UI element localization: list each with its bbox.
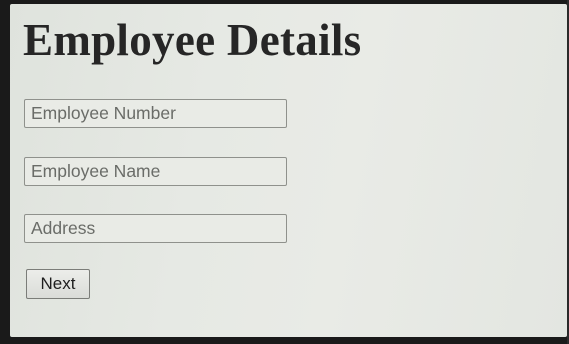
screen: Employee Details Next	[10, 4, 567, 337]
address-input[interactable]	[24, 214, 287, 243]
employee-number-input[interactable]	[24, 99, 287, 128]
employee-name-input[interactable]	[24, 157, 287, 186]
page-title: Employee Details	[23, 15, 362, 65]
next-button[interactable]: Next	[26, 269, 90, 299]
